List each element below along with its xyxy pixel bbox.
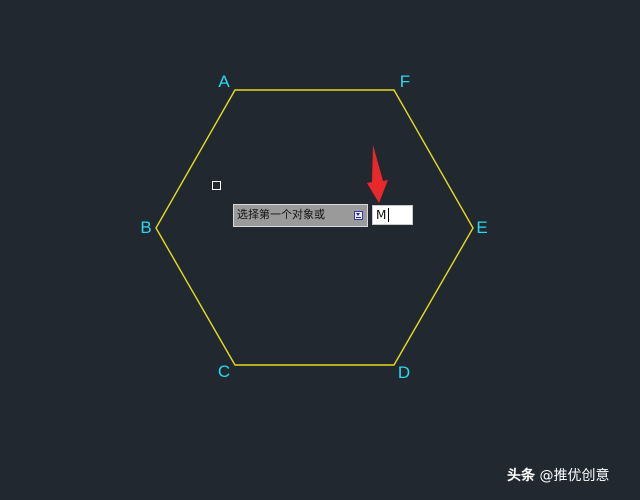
vertex-label-e: E: [476, 218, 488, 237]
dynamic-input-field[interactable]: M: [372, 205, 413, 225]
vertex-label-a: A: [218, 72, 230, 91]
watermark: 头条 @推优创意: [507, 466, 609, 486]
vertex-label-f: F: [399, 72, 411, 91]
down-arrow-options-icon[interactable]: [354, 211, 363, 220]
vertex-label-c: C: [217, 362, 231, 381]
pickbox-cursor-icon: [212, 181, 221, 190]
drawing-canvas[interactable]: A F E D C B 选择第一个对象或 M 头条 @推优创意: [0, 0, 640, 500]
drawing-area: [155, 89, 474, 366]
dynamic-input-value: M: [376, 208, 387, 222]
text-caret: [388, 208, 389, 222]
watermark-brand: 头条: [507, 468, 535, 484]
watermark-handle: @推优创意: [539, 468, 610, 484]
command-prompt-text: 选择第一个对象或: [237, 208, 325, 221]
vertex-label-d: D: [397, 363, 411, 382]
vertex-label-b: B: [140, 218, 152, 237]
red-arrow-icon: [367, 145, 388, 203]
hexagon-shape[interactable]: [155, 89, 474, 366]
command-prompt-tooltip: 选择第一个对象或: [233, 204, 368, 227]
